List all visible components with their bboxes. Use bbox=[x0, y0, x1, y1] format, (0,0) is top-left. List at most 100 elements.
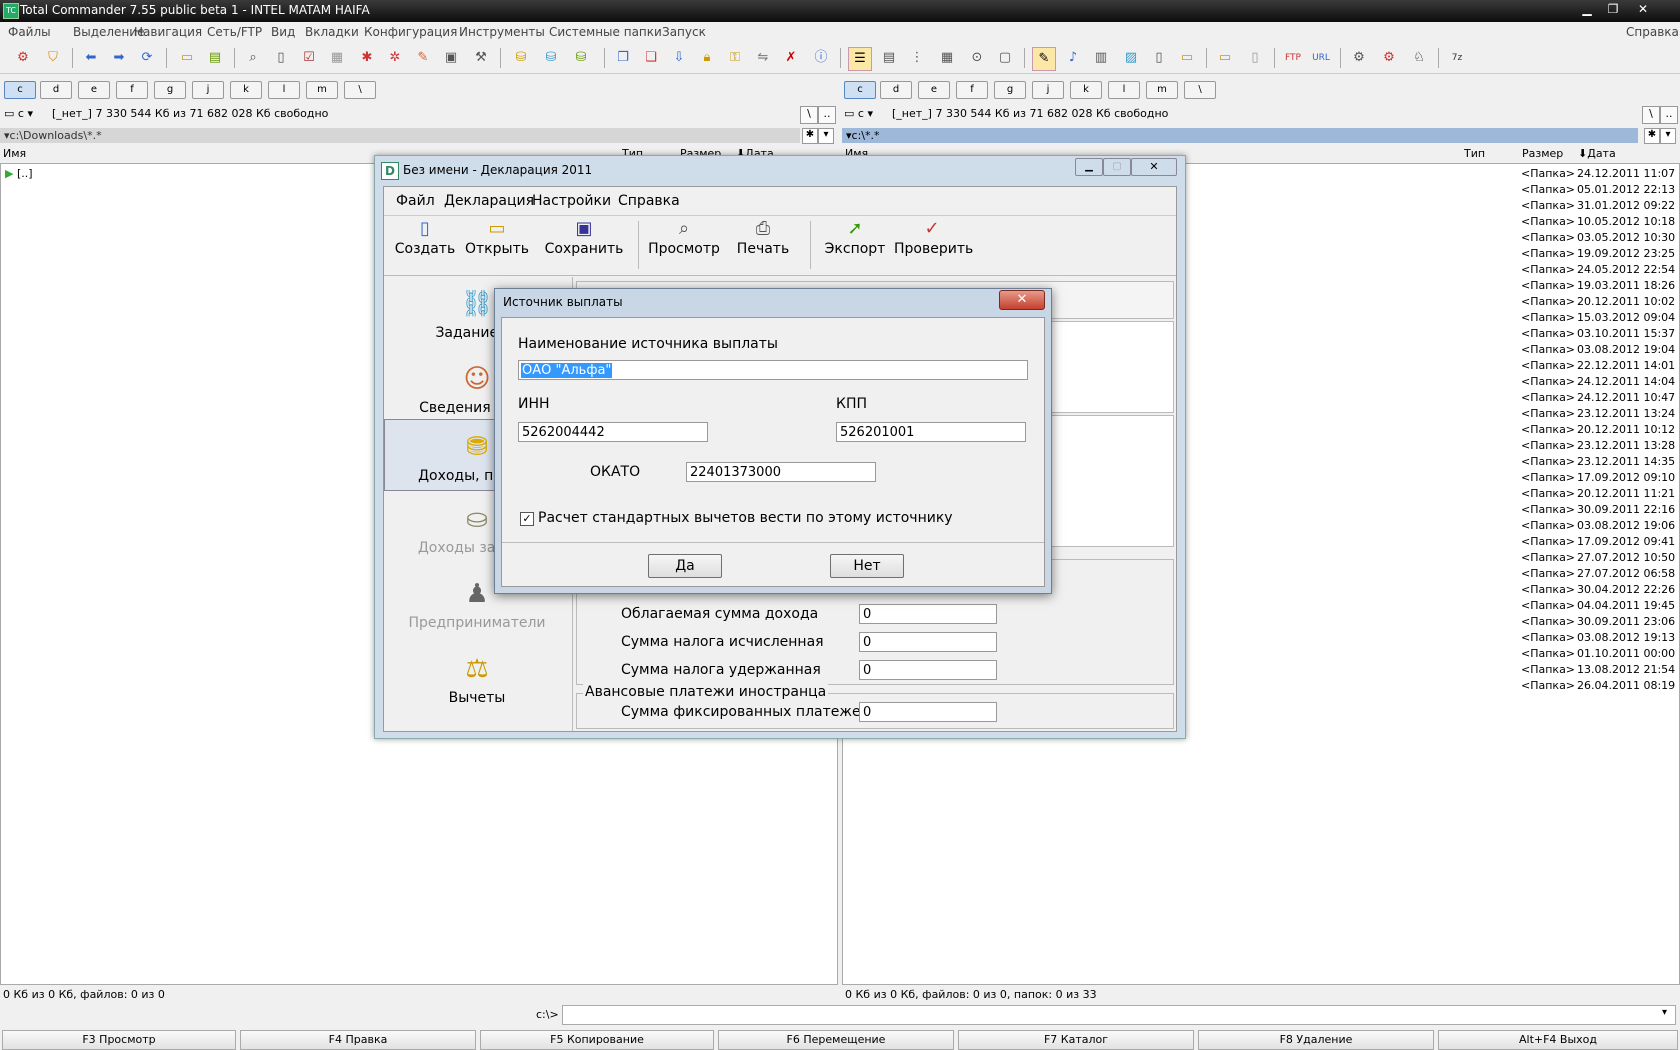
url-icon[interactable]: URL bbox=[1310, 47, 1332, 69]
decl-export-button[interactable]: ➚ Экспорт bbox=[820, 217, 890, 257]
right-col-size[interactable]: Размер bbox=[1522, 147, 1563, 161]
forward-arrow-icon[interactable]: ➡ bbox=[108, 47, 130, 69]
left-drive-k[interactable]: k bbox=[230, 81, 262, 99]
clipboard-icon[interactable]: ▣ bbox=[440, 47, 462, 69]
plugin-icon[interactable]: ⚙ bbox=[1348, 47, 1370, 69]
share-folder-icon[interactable]: ⛁ bbox=[540, 47, 562, 69]
quick-view-icon[interactable]: ⊙ bbox=[966, 47, 988, 69]
menu-tabs[interactable]: Вкладки bbox=[305, 25, 359, 39]
right-drive-j[interactable]: j bbox=[1032, 81, 1064, 99]
right-drive-g[interactable]: g bbox=[994, 81, 1026, 99]
left-history-icon[interactable]: ▾ bbox=[818, 128, 834, 144]
film-icon[interactable]: ▥ bbox=[1090, 47, 1112, 69]
left-drive-e[interactable]: e bbox=[78, 81, 110, 99]
folder-open-icon[interactable]: ▭ bbox=[1214, 47, 1236, 69]
f7-mkdir-button[interactable]: F7 Каталог bbox=[958, 1030, 1194, 1050]
tax-withheld-field[interactable]: 0 bbox=[859, 660, 997, 680]
command-line-input[interactable] bbox=[562, 1005, 1676, 1025]
decl-preview-button[interactable]: ⌕ Просмотр bbox=[646, 217, 722, 257]
network-folder-icon[interactable]: ⛁ bbox=[510, 47, 532, 69]
image-icon[interactable]: ▨ bbox=[1120, 47, 1142, 69]
archive-icon[interactable]: ▭ bbox=[1176, 47, 1198, 69]
left-star-icon[interactable]: ✱ bbox=[802, 128, 818, 144]
right-col-type[interactable]: Тип bbox=[1464, 147, 1485, 161]
left-drive-g[interactable]: g bbox=[154, 81, 186, 99]
f4-edit-button[interactable]: F4 Правка bbox=[240, 1030, 476, 1050]
f8-delete-button[interactable]: F8 Удаление bbox=[1198, 1030, 1434, 1050]
right-path-bar[interactable]: ▾c:\*.* bbox=[842, 128, 1638, 143]
okato-input[interactable]: 22401373000 bbox=[686, 462, 876, 482]
no-button[interactable]: Нет bbox=[830, 554, 904, 578]
source-name-input[interactable]: ОАО "Альфа" bbox=[518, 360, 1028, 380]
copy-icon[interactable]: ❐ bbox=[612, 47, 634, 69]
download-icon[interactable]: ⇩ bbox=[668, 47, 690, 69]
left-root-button[interactable]: \ bbox=[800, 106, 818, 124]
menu-tools[interactable]: Инструменты bbox=[459, 25, 545, 39]
decl-minimize-icon[interactable]: ▁ bbox=[1075, 158, 1103, 176]
left-drive-l[interactable]: l bbox=[268, 81, 300, 99]
menu-view[interactable]: Вид bbox=[271, 25, 295, 39]
chevron-down-icon[interactable]: ▾ bbox=[1662, 1007, 1667, 1018]
note-icon[interactable]: ▦ bbox=[326, 47, 348, 69]
sync-folder-icon[interactable]: ⛁ bbox=[570, 47, 592, 69]
right-up-button[interactable]: .. bbox=[1660, 106, 1678, 124]
full-view-icon[interactable]: ▤ bbox=[878, 47, 900, 69]
text-file-icon[interactable]: ▯ bbox=[1244, 47, 1266, 69]
standard-deductions-checkbox[interactable]: ✓ bbox=[520, 512, 534, 526]
list-item[interactable]: ▶ [..] bbox=[5, 166, 33, 182]
lock-icon[interactable]: 🔒︎ bbox=[696, 47, 718, 69]
f6-move-button[interactable]: F6 Перемещение bbox=[718, 1030, 954, 1050]
menu-launch[interactable]: Запуск bbox=[662, 25, 706, 39]
folder-icon[interactable]: ▭ bbox=[176, 47, 198, 69]
inn-input[interactable]: 5262004442 bbox=[518, 422, 708, 442]
left-drive-d[interactable]: d bbox=[40, 81, 72, 99]
left-drive-f[interactable]: f bbox=[116, 81, 148, 99]
f3-view-button[interactable]: F3 Просмотр bbox=[2, 1030, 236, 1050]
right-root-button[interactable]: \ bbox=[1642, 106, 1660, 124]
right-drive-network[interactable]: \ bbox=[1184, 81, 1216, 99]
close-icon[interactable]: ✕ bbox=[1630, 0, 1656, 18]
alt-f4-exit-button[interactable]: Alt+F4 Выход bbox=[1438, 1030, 1678, 1050]
decl-menu-help[interactable]: Справка bbox=[618, 193, 680, 209]
decl-create-button[interactable]: ▯ Создать bbox=[390, 217, 460, 257]
brief-view-icon[interactable]: ☰ bbox=[848, 47, 872, 71]
plugin2-icon[interactable]: ⚙ bbox=[1378, 47, 1400, 69]
folder-tree-icon[interactable]: ▤ bbox=[204, 47, 226, 69]
7zip-icon[interactable]: 7z bbox=[1446, 47, 1468, 69]
linux-icon[interactable]: ♘ bbox=[1408, 47, 1430, 69]
dialog-close-icon[interactable]: ✕ bbox=[999, 290, 1045, 310]
right-star-icon[interactable]: ✱ bbox=[1644, 128, 1660, 144]
fixed-payments-field[interactable]: 0 bbox=[859, 702, 997, 722]
right-drive-k[interactable]: k bbox=[1070, 81, 1102, 99]
file-icon[interactable]: ▯ bbox=[270, 47, 292, 69]
maximize-icon[interactable]: ❐ bbox=[1600, 0, 1626, 18]
left-drive-network[interactable]: \ bbox=[344, 81, 376, 99]
right-drive-select[interactable]: ▭ c ▾ bbox=[844, 107, 890, 121]
ftp-icon[interactable]: FTP bbox=[1282, 47, 1304, 69]
thumbnails-icon[interactable]: ▦ bbox=[936, 47, 958, 69]
tree-view-icon[interactable]: ⋮ bbox=[906, 47, 928, 69]
right-drive-c[interactable]: c bbox=[844, 81, 876, 99]
decl-close-icon[interactable]: ✕ bbox=[1131, 158, 1177, 176]
search-icon[interactable]: ⌕ bbox=[242, 47, 264, 69]
decl-check-button[interactable]: ✓ Проверить bbox=[894, 217, 973, 257]
reload-icon[interactable]: ⟳ bbox=[136, 47, 158, 69]
back-arrow-icon[interactable]: ⬅ bbox=[80, 47, 102, 69]
menu-files[interactable]: Файлы bbox=[8, 25, 51, 39]
filter-all-icon[interactable]: ✎ bbox=[1032, 47, 1056, 71]
sidebar-item-deductions[interactable]: ⚖ Вычеты bbox=[384, 652, 570, 706]
right-drive-e[interactable]: e bbox=[918, 81, 950, 99]
f5-copy-button[interactable]: F5 Копирование bbox=[480, 1030, 714, 1050]
shield-icon[interactable]: ⛉ bbox=[42, 47, 64, 69]
left-drive-c[interactable]: c bbox=[4, 81, 36, 99]
menu-system-folders[interactable]: Системные папки bbox=[549, 25, 662, 39]
right-history-icon[interactable]: ▾ bbox=[1660, 128, 1676, 144]
menu-net-ftp[interactable]: Сеть/FTP bbox=[207, 25, 262, 39]
menu-configuration[interactable]: Конфигурация bbox=[364, 25, 457, 39]
right-col-date[interactable]: ⬇Дата bbox=[1578, 147, 1616, 161]
right-drive-d[interactable]: d bbox=[880, 81, 912, 99]
left-path-bar[interactable]: ▾c:\Downloads\*.* bbox=[0, 128, 800, 143]
decl-maximize-icon[interactable]: ▢ bbox=[1103, 158, 1131, 176]
window-icon[interactable]: ▢ bbox=[994, 47, 1016, 69]
checklist-icon[interactable]: ☑ bbox=[298, 47, 320, 69]
